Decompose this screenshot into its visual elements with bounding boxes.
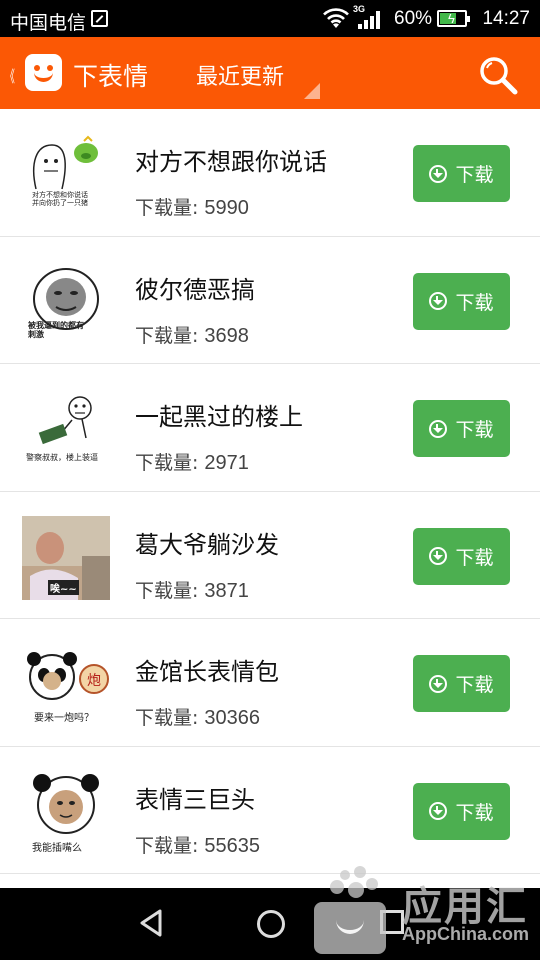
download-count-value: 3871 <box>204 579 249 602</box>
download-count-label: 下载量: <box>135 452 199 474</box>
pack-name: 金馆长表情包 <box>135 658 279 686</box>
download-button-label: 下载 <box>455 291 494 314</box>
battery-percent: 60% <box>394 8 433 29</box>
pack-name: 彼尔德恶搞 <box>135 275 255 304</box>
download-count: 下载量: 5990 <box>135 193 249 220</box>
download-icon <box>429 547 448 565</box>
sticker-thumbnail[interactable]: 炮 要来一炮吗？ <box>22 643 110 727</box>
download-count: 下载量: 3698 <box>135 321 249 348</box>
sticker-thumbnail[interactable]: 被我逼到的都有 刺激 <box>22 260 110 345</box>
watermark-dot <box>354 866 366 878</box>
download-button-label: 下载 <box>455 419 494 441</box>
sticker-thumbnail[interactable]: 我能插嘴么 <box>22 770 110 855</box>
download-icon <box>429 802 448 820</box>
app-screen: 中国电信 3G 60% ϟ 14:27 《 下表情 最近更新 对方不想和你说话 … <box>0 0 540 960</box>
download-icon <box>429 292 448 310</box>
download-count: 下载量: 3871 <box>135 576 249 603</box>
thumbnail-caption-text: 唉~~ <box>50 583 77 595</box>
thumbnail-caption: 对方不想和你说话 并向你扔了一只猪 <box>32 191 88 207</box>
download-count-label: 下载量: <box>135 834 199 857</box>
clock: 14:27 <box>482 8 530 29</box>
dropdown-corner-icon[interactable] <box>304 83 320 99</box>
list-item[interactable]: 唉~~ 葛大爷躺沙发 下载量: 3871 下载 <box>0 491 540 619</box>
sticker-thumbnail[interactable]: 警察叔叔，楼上装逼 <box>22 388 110 472</box>
watermark-dot <box>348 882 364 898</box>
download-icon <box>429 164 448 183</box>
pack-name: 表情三巨头 <box>135 785 255 814</box>
download-count-label: 下载量: <box>135 197 199 219</box>
back-icon[interactable]: 《 <box>5 63 15 87</box>
status-bar: 中国电信 3G 60% ϟ 14:27 <box>0 0 540 37</box>
pack-name: 葛大爷躺沙发 <box>135 530 279 559</box>
download-button[interactable]: 下载 <box>413 527 510 585</box>
list-item[interactable]: 炮 要来一炮吗？ 金馆长表情包 下载量: 30366 下载 <box>0 619 540 747</box>
download-button[interactable]: 下载 <box>413 400 510 457</box>
pack-name: 一起黑过的楼上 <box>135 403 303 431</box>
svg-text:炮: 炮 <box>87 673 101 689</box>
app-title: 下表情 <box>73 62 149 91</box>
thumbnail-caption-text: 要来一炮吗？ <box>34 713 94 724</box>
download-count-value: 3698 <box>204 324 249 347</box>
download-count: 下载量: 2971 <box>135 448 249 475</box>
thumbnail-caption-text: 被我逼到的都有 刺激 <box>28 320 84 339</box>
list-item[interactable]: 对方不想和你说话 并向你扔了一只猪 对方不想跟你说话 下载量: 5990 下载 <box>0 109 540 237</box>
download-button-label: 下载 <box>455 801 494 824</box>
list-item[interactable]: 被我逼到的都有 刺激 彼尔德恶搞 下载量: 3698 下载 <box>0 236 540 364</box>
thumbnail-caption-text: 警察叔叔，楼上装逼 <box>26 453 98 462</box>
download-count-label: 下载量: <box>135 579 199 602</box>
carrier-name: 中国电信 <box>10 13 87 34</box>
search-icon[interactable] <box>478 55 518 95</box>
nav-home-icon[interactable] <box>257 910 285 938</box>
download-button-label: 下载 <box>455 674 494 696</box>
download-button[interactable]: 下载 <box>413 782 510 840</box>
sticker-pack-list: 对方不想和你说话 并向你扔了一只猪 对方不想跟你说话 下载量: 5990 下载 被… <box>0 109 540 874</box>
thumbnail-caption: 被我逼到的都有 刺激 <box>28 321 84 339</box>
watermark-dot <box>366 878 378 890</box>
download-count: 下载量: 55635 <box>135 831 260 858</box>
app-logo[interactable] <box>25 54 62 91</box>
thumbnail-caption-text: 对方不想和你说话 并向你扔了一只猪 <box>32 191 88 207</box>
download-count-value: 55635 <box>204 834 261 857</box>
appchina-watermark: 应用汇 AppChina.com <box>312 866 540 960</box>
download-count-value: 30366 <box>204 707 261 729</box>
thumbnail-caption: 我能插嘴么 <box>32 839 82 854</box>
logo-eye-right <box>47 65 53 71</box>
download-button[interactable]: 下载 <box>413 272 510 330</box>
sim-card-icon <box>91 10 108 27</box>
logo-eye-left <box>34 65 40 71</box>
download-button-label: 下载 <box>455 546 494 569</box>
list-item[interactable]: 我能插嘴么 表情三巨头 下载量: 55635 下载 <box>0 746 540 874</box>
download-button-label: 下载 <box>455 164 494 186</box>
sort-selector[interactable]: 最近更新 <box>196 59 284 91</box>
logo-mouth <box>34 72 53 82</box>
nav-back-icon[interactable] <box>138 908 166 938</box>
sticker-thumbnail[interactable]: 唉~~ <box>22 515 110 600</box>
shopping-bag-logo-icon <box>314 902 386 954</box>
app-bar: 《 下表情 最近更新 <box>0 37 540 109</box>
download-count-value: 5990 <box>204 197 249 219</box>
watermark-subtext: AppChina.com <box>402 924 530 944</box>
thumbnail-caption: 要来一炮吗？ <box>34 709 94 724</box>
download-count-label: 下载量: <box>135 324 199 347</box>
download-icon <box>429 674 448 693</box>
watermark-dot <box>340 870 350 880</box>
signal-strength-icon <box>358 11 384 29</box>
download-count-label: 下载量: <box>135 707 199 729</box>
sticker-thumbnail[interactable]: 对方不想和你说话 并向你扔了一只猪 <box>22 133 110 217</box>
download-button[interactable]: 下载 <box>413 655 510 712</box>
wifi-icon <box>323 8 349 28</box>
pack-name: 对方不想跟你说话 <box>135 148 327 176</box>
download-count-value: 2971 <box>204 452 249 474</box>
download-count: 下载量: 30366 <box>135 703 260 730</box>
list-item[interactable]: 警察叔叔，楼上装逼 一起黑过的楼上 下载量: 2971 下载 <box>0 364 540 492</box>
download-icon <box>429 419 448 438</box>
watermark-dot <box>330 880 344 894</box>
download-button[interactable]: 下载 <box>413 145 510 202</box>
thumbnail-caption-text: 我能插嘴么 <box>32 842 82 854</box>
thumbnail-caption: 警察叔叔，楼上装逼 <box>26 452 98 463</box>
thumbnail-caption: 唉~~ <box>48 579 79 595</box>
battery-charging-icon: ϟ <box>437 10 470 27</box>
